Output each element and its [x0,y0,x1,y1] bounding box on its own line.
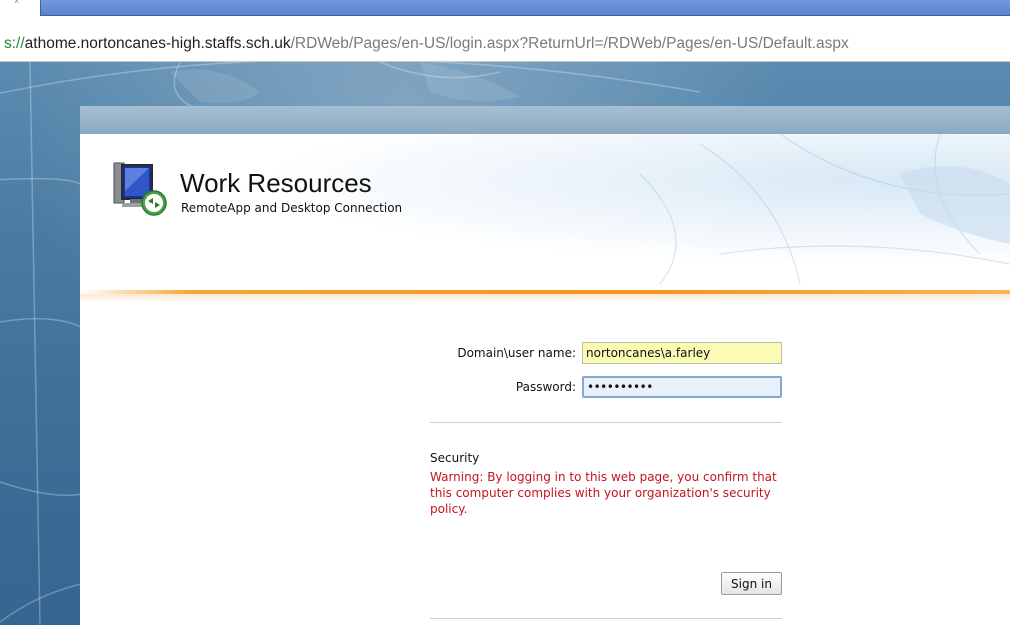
rdweb-page-frame: Work Resources RemoteApp and Desktop Con… [80,106,1010,625]
security-warning: Warning: By logging in to this web page,… [430,470,777,516]
browser-tabstrip: ˄ [0,0,1010,22]
sign-in-button[interactable]: Sign in [721,572,782,595]
address-bar[interactable]: s://athome.nortoncanes-high.staffs.sch.u… [0,22,1010,62]
password-field[interactable]: •••••••••• [582,376,782,398]
form-divider-top [430,422,782,423]
page-subtitle: RemoteApp and Desktop Connection [181,201,403,215]
browser-tab[interactable] [40,0,1010,16]
remoteapp-monitor-icon [113,162,167,216]
frame-top-bar [80,106,1010,134]
url-path: /RDWeb/Pages/en-US/login.aspx?ReturnUrl=… [290,35,849,52]
username-field[interactable] [582,342,782,364]
url-protocol: s:// [4,35,25,52]
form-divider-bottom [430,618,782,619]
header-divider-glow [80,294,1010,302]
chevron-icon[interactable]: ˄ [14,0,19,11]
address-url[interactable]: s://athome.nortoncanes-high.staffs.sch.u… [4,35,849,53]
username-label: Domain\user name: [457,346,576,360]
page-title: Work Resources [180,168,372,198]
security-heading: Security [430,451,480,465]
url-host: athome.nortoncanes-high.staffs.sch.uk [24,35,291,52]
password-label: Password: [515,380,576,394]
